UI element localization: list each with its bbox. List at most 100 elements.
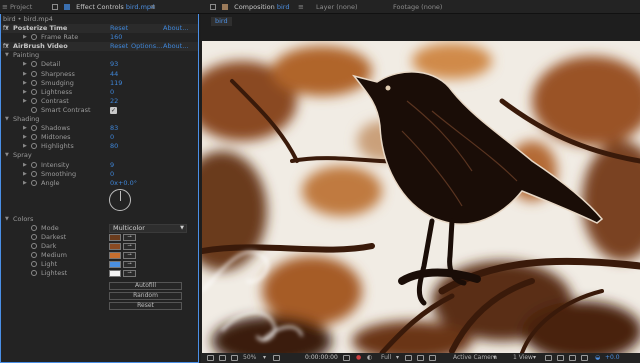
twirl-icon[interactable]: ▼ xyxy=(5,51,9,60)
param-mode[interactable]: Mode Multicolor ▼ xyxy=(1,223,198,233)
param-midtones[interactable]: ▶ Midtones 0 xyxy=(1,133,198,142)
stopwatch-icon[interactable] xyxy=(31,143,37,150)
stopwatch-icon[interactable] xyxy=(31,61,37,68)
group-colors[interactable]: ▼ Colors xyxy=(1,215,198,224)
autofill-button[interactable]: Autofill xyxy=(109,281,182,290)
twirl-icon[interactable]: ▼ xyxy=(5,115,9,124)
param-value[interactable]: 80 xyxy=(110,142,118,151)
stopwatch-icon[interactable] xyxy=(31,97,37,104)
color-swatch[interactable] xyxy=(109,270,121,278)
twirl-icon[interactable]: ▶ xyxy=(23,33,27,42)
zoom-select[interactable]: 50% xyxy=(243,353,256,363)
stopwatch-icon[interactable] xyxy=(31,34,37,41)
color-swatch[interactable] xyxy=(109,252,121,260)
fast-preview-icon[interactable] xyxy=(557,355,564,361)
stopwatch-icon[interactable] xyxy=(31,234,37,240)
stopwatch-icon[interactable] xyxy=(31,70,37,77)
color-dark[interactable]: Dark ⊸ xyxy=(1,242,198,251)
twirl-icon[interactable]: ▼ xyxy=(5,151,9,160)
twirl-icon[interactable]: ▶ xyxy=(23,142,27,151)
stopwatch-icon[interactable] xyxy=(31,125,37,132)
param-lightness[interactable]: ▶ Lightness 0 xyxy=(1,88,198,97)
checkbox[interactable]: ✓ xyxy=(110,106,117,114)
options-link[interactable]: Options... xyxy=(131,42,162,51)
twirl-icon[interactable]: ▶ xyxy=(23,161,27,170)
random-button[interactable]: Random xyxy=(109,291,182,300)
effect-posterize-time[interactable]: ▼ fx Posterize Time Reset About... xyxy=(1,24,198,33)
resolution-select[interactable]: Full xyxy=(381,353,391,363)
param-value[interactable]: 0 xyxy=(110,133,114,142)
stopwatch-icon[interactable] xyxy=(31,170,37,177)
angle-dial[interactable] xyxy=(109,188,131,211)
param-shadows[interactable]: ▶ Shadows 83 xyxy=(1,124,198,133)
stopwatch-icon[interactable] xyxy=(31,261,37,268)
timeline-icon[interactable] xyxy=(569,355,576,361)
lock-icon[interactable] xyxy=(52,4,58,10)
twirl-icon[interactable]: ▼ xyxy=(5,215,9,224)
tab-layer[interactable]: Layer (none) xyxy=(316,0,357,14)
zoom-chevron-icon[interactable]: ▾ xyxy=(263,353,266,363)
param-value[interactable]: 44 xyxy=(110,70,118,79)
twirl-icon[interactable]: ▶ xyxy=(23,179,27,188)
monitor-icon[interactable] xyxy=(207,355,214,361)
group-shading[interactable]: ▼ Shading xyxy=(1,115,198,124)
roi-icon[interactable] xyxy=(405,355,412,361)
composition-view-tab[interactable]: bird xyxy=(211,17,232,26)
group-spray[interactable]: ▼ Spray xyxy=(1,151,198,160)
fx-toggle-icon[interactable]: fx xyxy=(3,42,9,51)
panel-menu-icon[interactable]: ≡ xyxy=(150,0,156,14)
twirl-icon[interactable]: ▶ xyxy=(23,88,27,97)
stopwatch-icon[interactable] xyxy=(31,134,37,141)
toggle-pixel-icon[interactable] xyxy=(545,355,552,361)
param-value[interactable]: 22 xyxy=(110,97,118,106)
about-link[interactable]: About... xyxy=(163,24,188,33)
twirl-icon[interactable]: ▶ xyxy=(23,70,27,79)
exposure-value[interactable]: +0.0 xyxy=(605,353,620,363)
stopwatch-icon[interactable] xyxy=(31,270,37,277)
param-value[interactable]: 0x+0.0° xyxy=(110,179,137,188)
param-angle[interactable]: ▶ Angle 0x+0.0° xyxy=(1,179,198,188)
param-sharpness[interactable]: ▶ Sharpness 44 xyxy=(1,70,198,79)
resolution-chevron-icon[interactable]: ▾ xyxy=(396,353,399,363)
region-icon[interactable] xyxy=(219,355,226,361)
eyedropper-icon[interactable]: ⊸ xyxy=(123,261,136,269)
stopwatch-icon[interactable] xyxy=(31,106,37,113)
group-painting[interactable]: ▼ Painting xyxy=(1,51,198,60)
tab-project[interactable]: Project xyxy=(10,0,32,14)
guides-icon[interactable] xyxy=(231,355,238,361)
about-link[interactable]: About... xyxy=(163,42,188,51)
tab-effect-controls[interactable]: Effect Controls bird.mp4 xyxy=(52,0,155,14)
param-smudging[interactable]: ▶ Smudging 119 xyxy=(1,79,198,88)
eyedropper-icon[interactable]: ⊸ xyxy=(123,243,136,251)
views-select[interactable]: 1 View xyxy=(513,353,533,363)
composition-viewer[interactable] xyxy=(202,41,640,353)
param-value[interactable]: 9 xyxy=(110,161,114,170)
camera-select[interactable]: Active Camera xyxy=(453,353,497,363)
camera-snapshot-icon[interactable] xyxy=(343,355,350,361)
fit-icon[interactable] xyxy=(273,355,280,361)
param-value[interactable]: 160 xyxy=(110,33,122,42)
color-darkest[interactable]: Darkest ⊸ xyxy=(1,233,198,242)
param-highlights[interactable]: ▶ Highlights 80 xyxy=(1,142,198,151)
param-smart-contrast[interactable]: Smart Contrast ✓ xyxy=(1,106,198,115)
tab-composition[interactable]: Composition bird xyxy=(210,0,289,14)
param-frame-rate[interactable]: ▶ Frame Rate 160 xyxy=(1,33,198,42)
param-value[interactable]: 0 xyxy=(110,170,114,179)
param-smoothing[interactable]: ▶ Smoothing 0 xyxy=(1,170,198,179)
camera-chevron-icon[interactable]: ▾ xyxy=(493,353,496,363)
stopwatch-icon[interactable] xyxy=(31,243,37,250)
stopwatch-icon[interactable] xyxy=(31,79,37,86)
reset-button[interactable]: Reset xyxy=(109,301,182,310)
stopwatch-icon[interactable] xyxy=(31,179,37,186)
reset-link[interactable]: Reset xyxy=(110,24,128,33)
stopwatch-icon[interactable] xyxy=(31,161,37,168)
views-chevron-icon[interactable]: ▾ xyxy=(533,353,536,363)
stopwatch-icon[interactable] xyxy=(31,88,37,95)
eyedropper-icon[interactable]: ⊸ xyxy=(123,270,136,278)
color-swatch[interactable] xyxy=(109,261,121,269)
twirl-icon[interactable]: ▶ xyxy=(23,170,27,179)
param-intensity[interactable]: ▶ Intensity 9 xyxy=(1,161,198,170)
color-light[interactable]: Light ⊸ xyxy=(1,260,198,269)
color-medium[interactable]: Medium ⊸ xyxy=(1,251,198,260)
show-channel-icon[interactable]: ● xyxy=(356,353,361,363)
